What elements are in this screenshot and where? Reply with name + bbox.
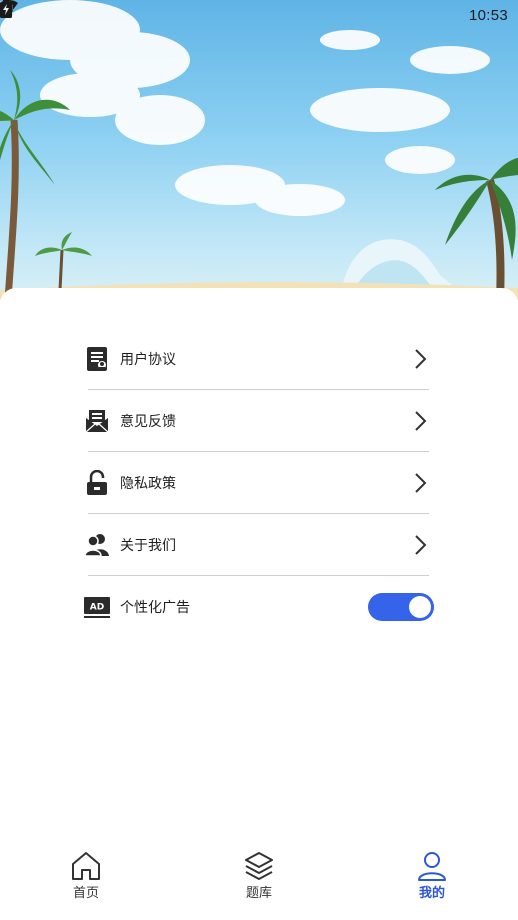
mail-icon: [84, 408, 110, 434]
menu-item-label: 隐私政策: [120, 476, 176, 492]
settings-card: 用户协议 意见反馈 隐私政策 关于我们 AD 个性化广告: [0, 288, 518, 920]
settings-menu: 用户协议 意见反馈 隐私政策 关于我们 AD 个性化广告: [84, 328, 434, 638]
toggle-knob: [409, 596, 431, 618]
battery-charging-icon: [0, 0, 12, 18]
menu-item-about-us[interactable]: 关于我们: [84, 514, 434, 576]
ad-icon: AD: [84, 594, 110, 620]
menu-item-label: 关于我们: [120, 538, 176, 554]
chevron-right-icon: [415, 411, 427, 431]
document-icon: [84, 346, 110, 372]
chevron-right-icon: [415, 349, 427, 369]
home-icon: [72, 852, 100, 880]
person-icon: [418, 852, 446, 881]
menu-item-personalized-ads: AD 个性化广告: [84, 576, 434, 638]
status-time: 10:53: [468, 6, 508, 24]
chevron-right-icon: [415, 535, 427, 555]
nav-item-mine[interactable]: 我的: [404, 840, 460, 920]
status-bar: 10:53: [0, 0, 518, 30]
bottom-nav: 首页 题库 我的: [0, 840, 518, 920]
menu-item-privacy-policy[interactable]: 隐私政策: [84, 452, 434, 514]
nav-item-home[interactable]: 首页: [58, 840, 114, 920]
users-icon: [84, 532, 110, 558]
menu-item-label: 个性化广告: [120, 600, 190, 616]
nav-label: 题库: [245, 886, 272, 901]
nav-label: 首页: [72, 886, 99, 901]
unlock-icon: [84, 470, 110, 496]
menu-item-label: 用户协议: [120, 352, 176, 368]
header-illustration: 10:53: [0, 0, 518, 300]
menu-item-feedback[interactable]: 意见反馈: [84, 390, 434, 452]
ad-badge-text: AD: [90, 603, 104, 613]
nav-item-question-bank[interactable]: 题库: [231, 840, 287, 920]
layers-icon: [245, 852, 273, 880]
menu-item-user-agreement[interactable]: 用户协议: [84, 328, 434, 390]
menu-item-label: 意见反馈: [120, 414, 176, 430]
personalized-ads-toggle[interactable]: [368, 593, 434, 621]
nav-label: 我的: [418, 886, 445, 901]
chevron-right-icon: [415, 473, 427, 493]
